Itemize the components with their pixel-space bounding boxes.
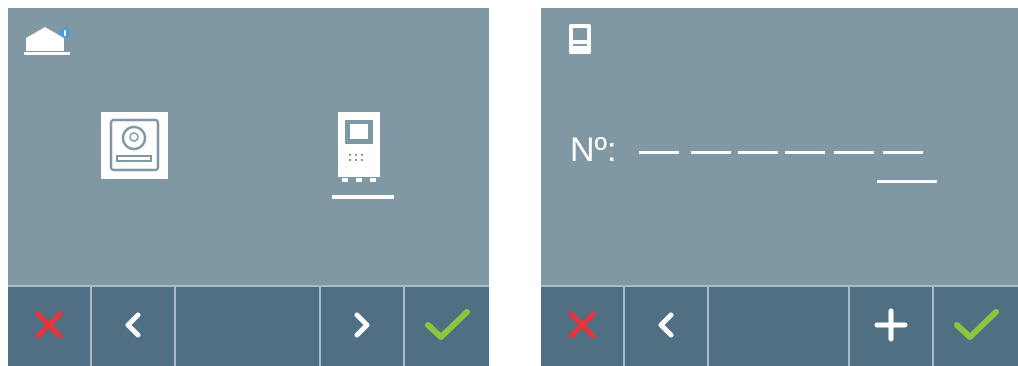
- plus-icon: [874, 308, 908, 347]
- cancel-icon: [566, 309, 598, 346]
- number-label: Nº:: [570, 131, 617, 169]
- cancel-button[interactable]: [541, 287, 625, 366]
- monitor-icon[interactable]: [334, 112, 384, 184]
- previous-button[interactable]: [625, 287, 709, 366]
- chevron-left-icon: [654, 310, 678, 345]
- chevron-left-icon: [121, 310, 145, 345]
- increment-button[interactable]: [850, 287, 934, 366]
- digit-slot-2: [691, 151, 731, 154]
- device-selection-screen: [8, 8, 489, 366]
- selection-underline: [332, 195, 394, 199]
- chevron-right-icon: [350, 310, 374, 345]
- checkmark-icon: [953, 308, 999, 347]
- monitor-number-screen: Nº:: [541, 8, 1018, 366]
- digit-slot-1: [639, 151, 679, 154]
- empty-slot: [709, 287, 850, 366]
- digit-slot-3: [738, 151, 778, 154]
- cancel-icon: [33, 309, 65, 346]
- cancel-button[interactable]: [8, 287, 92, 366]
- confirm-button[interactable]: [934, 287, 1018, 366]
- next-button[interactable]: [321, 287, 405, 366]
- digit-slot-5: [834, 151, 874, 154]
- empty-slot: [176, 287, 321, 366]
- confirm-button[interactable]: [405, 287, 489, 366]
- door-panel-icon[interactable]: [101, 112, 168, 179]
- digit-slot-4: [785, 151, 825, 154]
- checkmark-icon: [424, 308, 470, 347]
- digit-slot-6[interactable]: [883, 151, 923, 154]
- bottom-action-bar: [541, 285, 1018, 366]
- monitor-icon: [569, 24, 591, 56]
- bottom-action-bar: [8, 285, 489, 366]
- selected-digit-underline: [877, 180, 937, 183]
- home-notification-icon: [22, 24, 76, 58]
- previous-button[interactable]: [92, 287, 176, 366]
